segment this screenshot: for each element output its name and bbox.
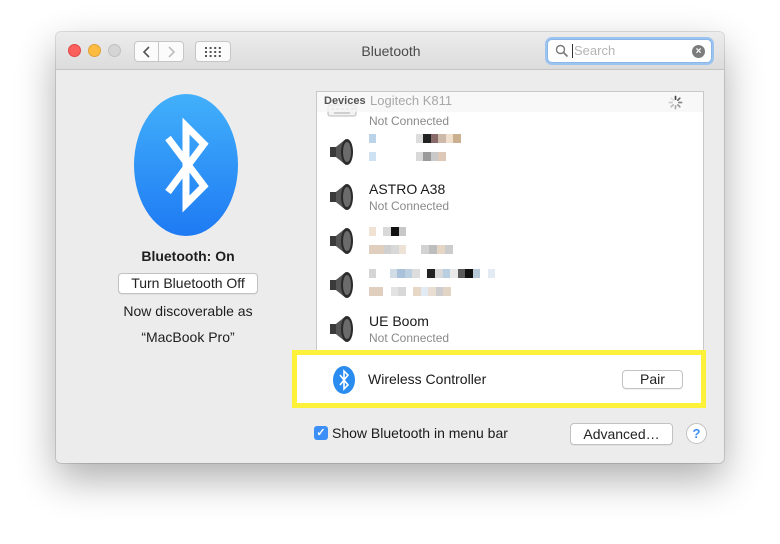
- device-name: Logitech K811: [370, 93, 453, 108]
- chevron-left-icon: [142, 45, 150, 58]
- show-in-menu-bar-checkbox[interactable]: ✓: [314, 426, 328, 440]
- search-field[interactable]: Search ×: [547, 39, 712, 63]
- help-button[interactable]: ?: [686, 423, 707, 444]
- minimize-window-button[interactable]: [88, 44, 101, 57]
- list-item[interactable]: [317, 130, 703, 174]
- bluetooth-logo-icon: [134, 94, 238, 236]
- speaker-icon: [330, 316, 353, 342]
- window-title: Bluetooth: [361, 43, 421, 59]
- search-icon: [555, 44, 569, 58]
- clear-search-icon[interactable]: ×: [692, 45, 705, 58]
- device-name: ASTRO A38: [369, 181, 446, 197]
- show-all-button[interactable]: [195, 41, 231, 62]
- bluetooth-icon: [333, 366, 355, 394]
- speaker-icon: [330, 139, 353, 165]
- grid-icon: [205, 46, 221, 57]
- speaker-icon: [330, 272, 353, 298]
- devices-header: Devices Logitech K811: [317, 92, 703, 112]
- close-window-button[interactable]: [68, 44, 81, 57]
- back-button[interactable]: [134, 41, 159, 62]
- speaker-icon: [330, 228, 353, 254]
- list-item[interactable]: [317, 219, 703, 263]
- advanced-button[interactable]: Advanced…: [570, 423, 673, 445]
- devices-header-label: Devices: [324, 95, 366, 107]
- pair-button[interactable]: Pair: [622, 370, 683, 389]
- redacted-status: [369, 152, 446, 161]
- redacted-name: [369, 269, 495, 278]
- chevron-right-icon: [168, 45, 176, 58]
- loading-spinner-icon: [668, 95, 683, 110]
- device-name: UE Boom: [369, 313, 429, 329]
- device-status: Not Connected: [369, 199, 450, 213]
- speaker-icon: [330, 184, 353, 210]
- titlebar: Bluetooth Search ×: [56, 32, 724, 70]
- show-in-menu-bar-label[interactable]: Show Bluetooth in menu bar: [332, 425, 508, 441]
- forward-button[interactable]: [159, 41, 184, 62]
- turn-bluetooth-off-button[interactable]: Turn Bluetooth Off: [118, 273, 258, 294]
- zoom-window-button[interactable]: [108, 44, 121, 57]
- pairing-device-row[interactable]: Wireless Controller Pair: [292, 350, 706, 408]
- bluetooth-status: Bluetooth: On: [141, 248, 235, 264]
- redacted-name: [369, 134, 461, 143]
- list-item[interactable]: [317, 263, 703, 307]
- device-status: Not Connected: [369, 114, 450, 128]
- list-item[interactable]: ASTRO A38 Not Connected: [317, 175, 703, 219]
- navigation-buttons: [134, 41, 184, 62]
- search-placeholder: Search: [572, 43, 616, 58]
- preferences-window: Bluetooth Search × Bluetooth: On Turn Bl…: [56, 32, 724, 463]
- redacted-status: [369, 287, 451, 296]
- list-item[interactable]: UE Boom Not Connected: [317, 307, 703, 351]
- device-name-text: “MacBook Pro”: [141, 329, 235, 345]
- redacted-status: [369, 245, 453, 254]
- pairing-device-name: Wireless Controller: [368, 371, 487, 387]
- device-status: Not Connected: [369, 331, 450, 345]
- redacted-name: [369, 227, 406, 236]
- discoverable-text: Now discoverable as: [123, 303, 253, 319]
